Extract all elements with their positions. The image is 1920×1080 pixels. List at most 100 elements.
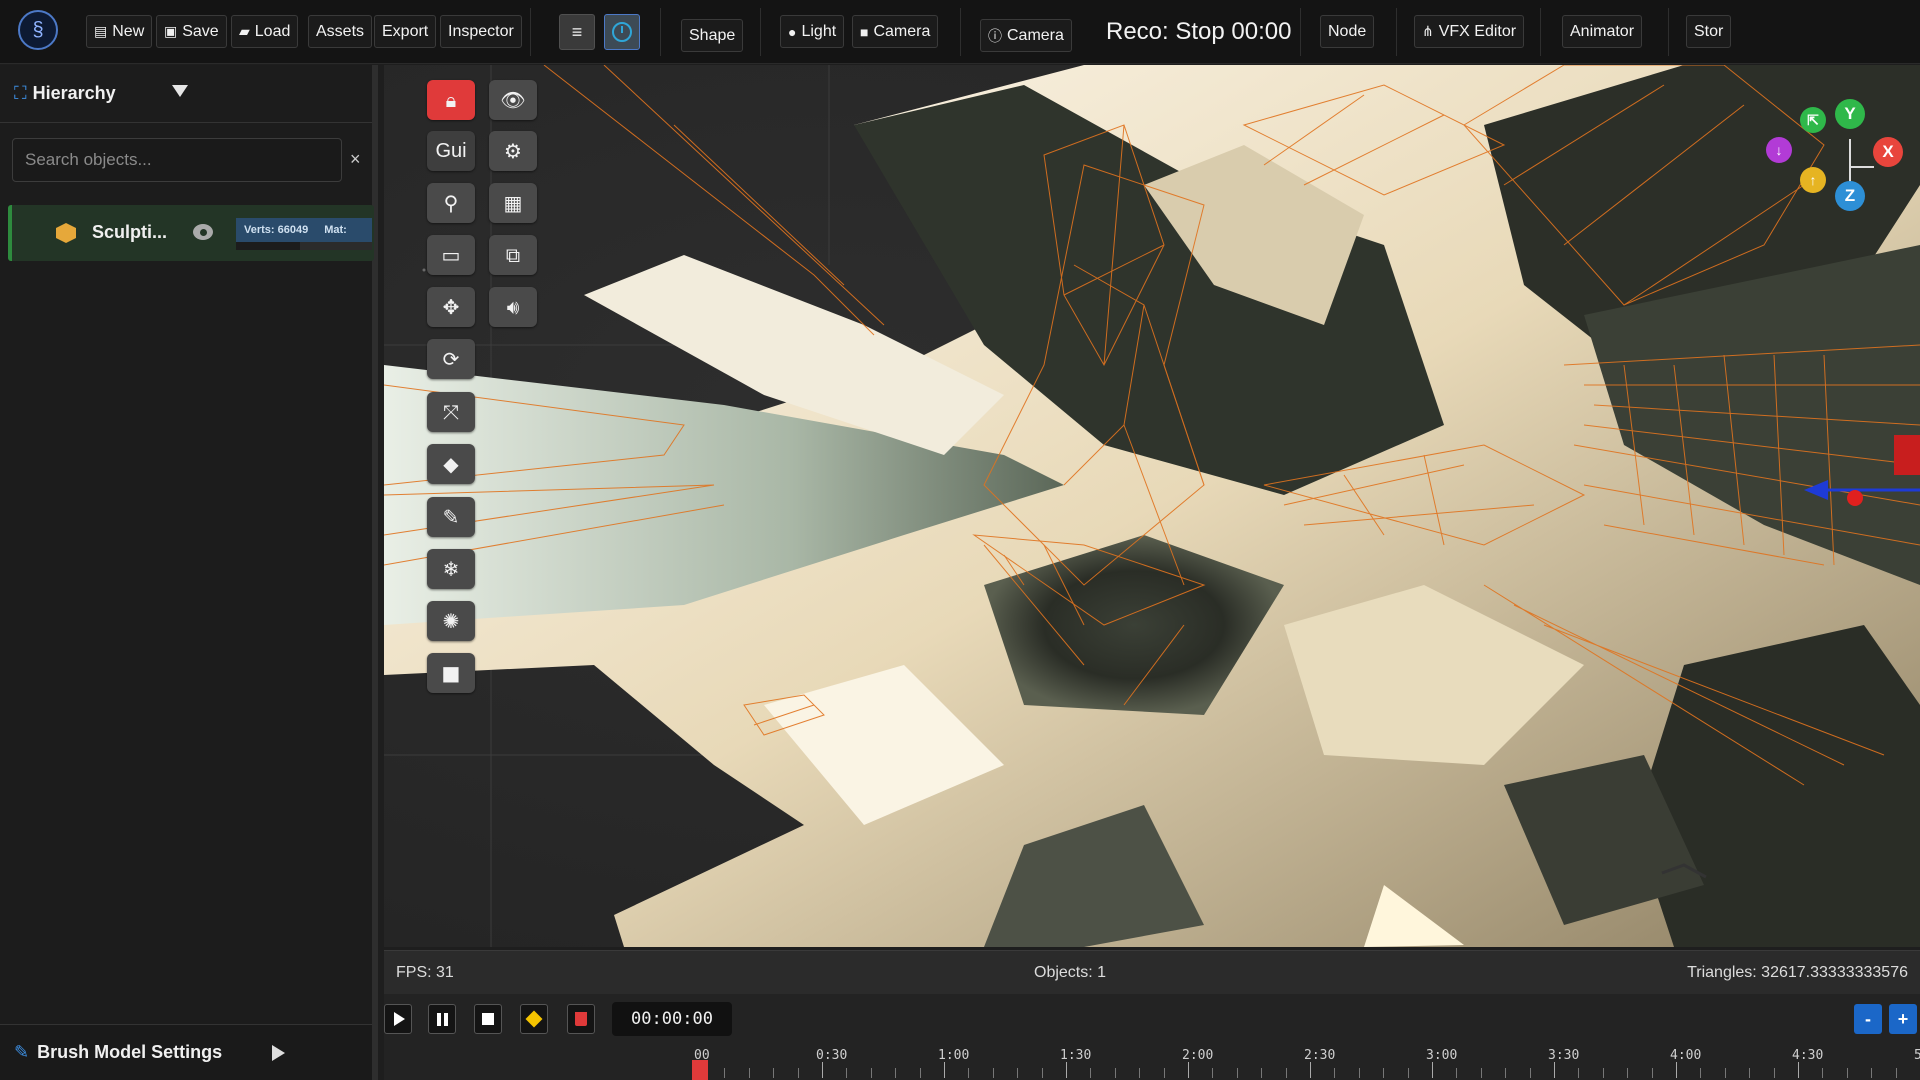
light-button[interactable]: ● Light <box>780 15 845 48</box>
collapse-caret-icon[interactable] <box>172 85 188 97</box>
bone-tool-button[interactable]: ⚲ <box>427 183 475 223</box>
menu-button[interactable]: ≡ <box>559 14 595 50</box>
ruler-label: 3:00 <box>1426 1048 1458 1063</box>
hierarchy-item-sculpt[interactable]: Sculpti... Verts: 66049 Mat: <box>8 205 374 261</box>
3d-viewport[interactable]: 🔒︎ 👁︎ Gui ⚙ ⚲ ▦ ▭ ⧉ ✥ 🔊︎ ⟳ ⤧ ◆ ✎ ❄ ✺ ■ Y… <box>384 65 1920 947</box>
playhead[interactable] <box>692 1060 708 1080</box>
settings-gear-button[interactable]: ⚙ <box>489 131 537 171</box>
ruler-tick <box>1042 1068 1043 1078</box>
fps-counter: FPS: 31 <box>396 964 454 981</box>
gizmo-expand-icon[interactable]: ⇱ <box>1800 107 1826 133</box>
load-button[interactable]: ▰ Load <box>231 15 299 48</box>
stats-scrollbar[interactable] <box>236 242 372 250</box>
add-keyframe-button[interactable] <box>520 1004 548 1034</box>
camera-tool-button[interactable]: ■ <box>427 653 475 693</box>
audio-button[interactable]: 🔊︎ <box>489 287 537 327</box>
store-label: Stor <box>1694 22 1724 40</box>
ruler-tick <box>1164 1068 1165 1078</box>
ruler-label: 1:30 <box>1060 1048 1092 1063</box>
scale-tool-button[interactable]: ⤧ <box>427 392 475 432</box>
zoom-out-button[interactable]: - <box>1854 1004 1882 1034</box>
info-icon: ⓘ <box>988 27 1002 44</box>
assets-button[interactable]: Assets <box>308 15 373 48</box>
zoom-in-button[interactable]: + <box>1889 1004 1917 1034</box>
rotate-tool-button[interactable]: ⟳ <box>427 339 475 379</box>
new-button[interactable]: ▤ New <box>86 15 153 48</box>
trash-icon <box>575 1012 587 1026</box>
store-button[interactable]: Stor <box>1686 15 1732 48</box>
snowflake-icon: ❄ <box>442 557 460 581</box>
save-button[interactable]: ▣ Save <box>156 15 227 48</box>
node-button[interactable]: Node <box>1320 15 1375 48</box>
move-tool-button[interactable]: ✥ <box>427 287 475 327</box>
new-label: New <box>112 22 145 40</box>
effects-gear-button[interactable]: ✺ <box>427 601 475 641</box>
gizmo-z-axis[interactable]: Z <box>1835 181 1865 211</box>
material-label: Mat: <box>324 224 347 236</box>
gui-button[interactable]: Gui <box>427 131 475 171</box>
pause-button[interactable] <box>428 1004 456 1034</box>
folder-icon: ▰ <box>239 23 250 39</box>
app-logo[interactable]: § <box>18 10 58 50</box>
ruler-tick <box>1676 1062 1677 1078</box>
play-button[interactable] <box>384 1004 412 1034</box>
camera-button[interactable]: ■ Camera <box>852 15 939 48</box>
brush-settings-title: Brush Model Settings <box>37 1042 223 1062</box>
ruler-tick <box>1505 1068 1506 1078</box>
gizmo-up-arrow-icon[interactable]: ↑ <box>1800 167 1826 193</box>
hierarchy-header[interactable]: ⛶ Hierarchy <box>0 65 372 123</box>
brush-tool-button[interactable]: ✎ <box>427 497 475 537</box>
ruler-tick <box>749 1068 750 1078</box>
timeline-ruler[interactable]: 000:301:001:302:002:303:003:304:004:305: <box>384 1046 1920 1080</box>
gizmo-y-axis[interactable]: Y <box>1835 99 1865 129</box>
gamepad-button[interactable]: ▭ <box>427 235 475 275</box>
hierarchy-title: Hierarchy <box>32 83 116 103</box>
document-icon: ▦ <box>503 191 523 215</box>
ruler-tick <box>968 1068 969 1078</box>
shape-button[interactable]: Shape <box>681 19 744 52</box>
ruler-tick <box>1286 1068 1287 1078</box>
expand-arrow-icon[interactable] <box>272 1045 285 1061</box>
export-button[interactable]: Export <box>374 15 437 48</box>
stop-button[interactable] <box>474 1004 502 1034</box>
file-icon: ▤ <box>94 23 108 39</box>
material-button[interactable]: ▦ <box>489 183 537 223</box>
search-objects-input[interactable] <box>12 138 342 182</box>
lock-icon: 🔒︎ <box>445 88 457 112</box>
ruler-tick <box>1383 1068 1384 1078</box>
lock-button[interactable]: 🔒︎ <box>427 80 475 120</box>
ruler-tick <box>1554 1062 1555 1078</box>
ruler-tick <box>1847 1068 1848 1078</box>
inspector-label: Inspector <box>448 22 514 40</box>
paint-bucket-icon: ◆ <box>443 452 459 476</box>
paint-bucket-button[interactable]: ◆ <box>427 444 475 484</box>
visibility-button[interactable]: 👁︎ <box>489 80 537 120</box>
ruler-tick <box>773 1068 774 1078</box>
ruler-tick <box>1432 1062 1433 1078</box>
ruler-tick <box>1774 1068 1775 1078</box>
gui-label: Gui <box>435 139 467 162</box>
hierarchy-panel: ⛶ Hierarchy × Sculpti... Verts: 66049 Ma… <box>0 65 378 1080</box>
duplicate-button[interactable]: ⧉ <box>489 235 537 275</box>
save-label: Save <box>182 22 219 40</box>
delete-keyframe-button[interactable] <box>567 1004 595 1034</box>
inspector-button[interactable]: Inspector <box>440 15 522 48</box>
toolbar-divider <box>1396 8 1397 56</box>
snowflake-button[interactable]: ❄ <box>427 549 475 589</box>
expand-icon: ⤧ <box>443 400 459 424</box>
clear-search-icon[interactable]: × <box>350 149 361 170</box>
visibility-eye-icon[interactable] <box>193 224 213 240</box>
camera-info-button[interactable]: ⓘ Camera <box>980 19 1072 52</box>
gizmo-down-arrow-icon[interactable]: ↓ <box>1766 137 1792 163</box>
timer-toggle-button[interactable] <box>604 14 640 50</box>
gizmo-x-axis[interactable]: X <box>1873 137 1903 167</box>
logo-icon: § <box>32 18 44 41</box>
ruler-tick <box>1627 1068 1628 1078</box>
animator-button[interactable]: Animator <box>1562 15 1643 48</box>
vfx-editor-button[interactable]: ⋔ VFX Editor <box>1414 15 1525 48</box>
load-label: Load <box>254 22 291 40</box>
ruler-label: 2:30 <box>1304 1048 1336 1063</box>
gear-icon: ⚙ <box>504 139 522 163</box>
brush-settings-header[interactable]: ✎ Brush Model Settings <box>0 1024 372 1080</box>
toolbar-divider <box>530 8 531 56</box>
